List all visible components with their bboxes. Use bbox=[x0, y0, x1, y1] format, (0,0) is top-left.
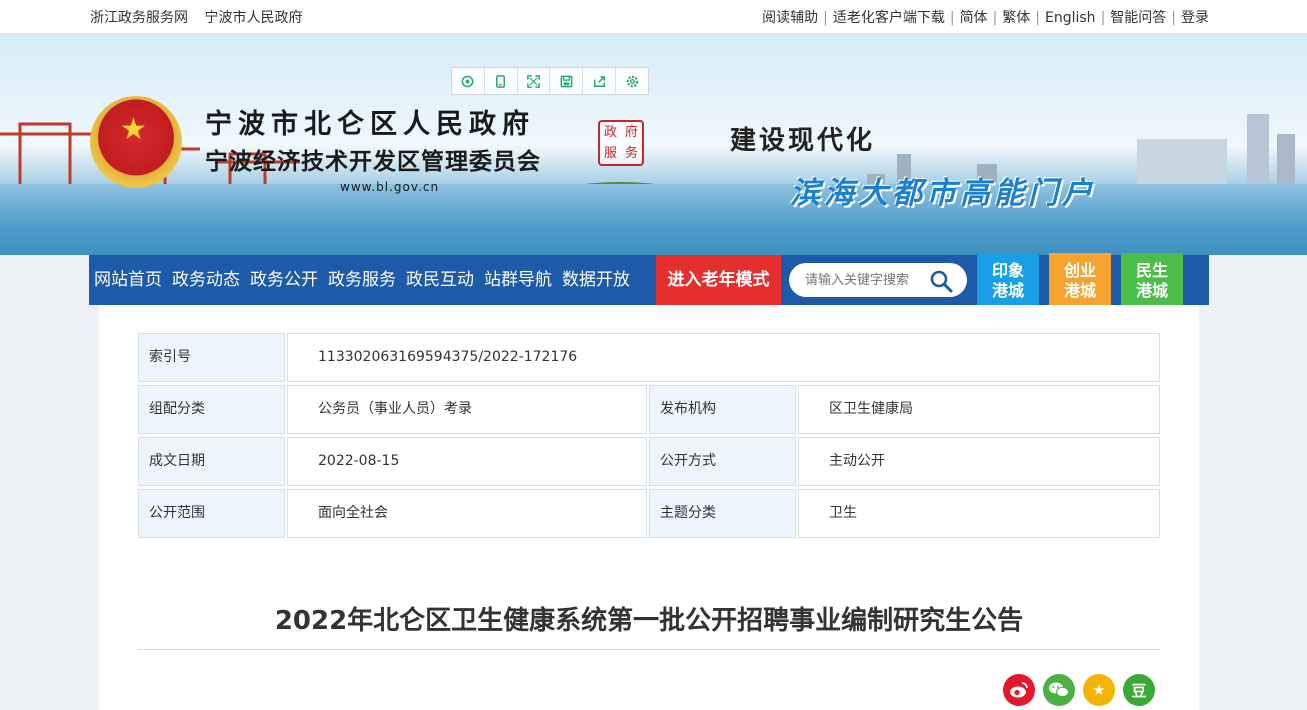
disclosure-method-value: 主动公开 bbox=[798, 437, 1160, 486]
date-value: 2022-08-15 bbox=[287, 437, 647, 486]
nav-item-open-data[interactable]: 数据开放 bbox=[557, 255, 635, 305]
separator: | bbox=[823, 10, 828, 26]
category-label: 组配分类 bbox=[138, 385, 285, 434]
nav-items: 网站首页 政务动态 政务公开 政务服务 政民互动 站群导航 数据开放 bbox=[89, 255, 635, 305]
quick-link-line2: 港城 bbox=[1063, 281, 1096, 300]
share-qzone-button[interactable]: ★ bbox=[1083, 674, 1115, 706]
index-label: 索引号 bbox=[138, 333, 285, 382]
seal-char: 务 bbox=[624, 146, 638, 161]
nav-item-public-info[interactable]: 政务公开 bbox=[245, 255, 323, 305]
elder-mode-button[interactable]: 进入老年模式 bbox=[656, 255, 781, 305]
fullscreen-button[interactable] bbox=[518, 68, 551, 94]
nav-item-news[interactable]: 政务动态 bbox=[167, 255, 245, 305]
nav-item-site-group[interactable]: 站群导航 bbox=[479, 255, 557, 305]
zjzwfw-link[interactable]: 浙江政务服务网 bbox=[90, 10, 188, 26]
disclosure-method-label: 公开方式 bbox=[649, 437, 796, 486]
date-label: 成文日期 bbox=[138, 437, 285, 486]
startup-port-city-button[interactable]: 创业 港城 bbox=[1049, 253, 1111, 308]
nav-item-services[interactable]: 政务服务 bbox=[323, 255, 401, 305]
fullscreen-icon bbox=[527, 74, 540, 88]
quick-link-line1: 印象 bbox=[991, 261, 1024, 280]
seal-char: 府 bbox=[624, 125, 638, 140]
smart-qa-link[interactable]: 智能问答 bbox=[1110, 10, 1166, 26]
index-value: 113302063169594375/2022-172176 bbox=[287, 333, 1160, 382]
main-nav: 网站首页 政务动态 政务公开 政务服务 政民互动 站群导航 数据开放 进入老年模… bbox=[89, 255, 1209, 305]
ningbo-gov-link[interactable]: 宁波市人民政府 bbox=[204, 10, 302, 26]
save-button[interactable] bbox=[550, 68, 584, 94]
separator: | bbox=[1171, 10, 1176, 26]
accessibility-toolbar bbox=[451, 67, 649, 95]
separator: | bbox=[992, 10, 998, 26]
meta-row: 公开范围 面向全社会 主题分类 卫生 bbox=[138, 489, 1160, 538]
top-left-links: 浙江政务服务网 宁波市人民政府 bbox=[90, 7, 314, 27]
elderly-app-download-link[interactable]: 适老化客户端下载 bbox=[833, 10, 945, 26]
star-icon: ★ bbox=[1092, 681, 1106, 699]
topic-value: 卫生 bbox=[798, 489, 1160, 538]
seal-char: 服 bbox=[603, 146, 617, 161]
topic-label: 主题分类 bbox=[649, 489, 796, 538]
scope-label: 公开范围 bbox=[138, 489, 285, 538]
settings-icon bbox=[626, 75, 638, 87]
meta-row: 组配分类 公务员（事业人员）考录 发布机构 区卫生健康局 bbox=[138, 385, 1160, 434]
impression-port-city-button[interactable]: 印象 港城 bbox=[977, 253, 1039, 308]
settings-button[interactable] bbox=[616, 68, 648, 94]
refresh-icon bbox=[462, 75, 474, 87]
mobile-button[interactable] bbox=[485, 68, 518, 94]
separator: | bbox=[1035, 10, 1040, 26]
nav-item-home[interactable]: 网站首页 bbox=[89, 255, 167, 305]
search-box bbox=[789, 263, 967, 297]
quick-link-line2: 港城 bbox=[1135, 281, 1168, 300]
simplified-chinese-link[interactable]: 简体 bbox=[960, 10, 988, 26]
government-service-seal: 政 府 服 务 bbox=[598, 120, 644, 166]
livelihood-port-city-button[interactable]: 民生 港城 bbox=[1121, 253, 1183, 308]
category-value: 公务员（事业人员）考录 bbox=[287, 385, 647, 434]
save-icon bbox=[560, 75, 573, 87]
separator: | bbox=[949, 10, 955, 26]
publisher-value: 区卫生健康局 bbox=[798, 385, 1160, 434]
slogan-line2: 滨海大都市高能门户 bbox=[790, 176, 1096, 211]
meta-row: 成文日期 2022-08-15 公开方式 主动公开 bbox=[138, 437, 1160, 486]
site-url: www.bl.gov.cn bbox=[340, 180, 440, 194]
quick-link-line2: 港城 bbox=[991, 281, 1024, 300]
banner-water bbox=[0, 184, 1307, 255]
refresh-button[interactable] bbox=[452, 68, 485, 94]
search-input[interactable] bbox=[805, 270, 925, 290]
douban-icon: 豆 bbox=[1131, 681, 1147, 700]
top-right-links: 阅读辅助 | 适老化客户端下载 | 简体 | 繁体 | English | 智能问答 | 登录 bbox=[762, 7, 1209, 27]
share-weibo-button[interactable] bbox=[1003, 674, 1035, 706]
quick-link-line1: 创业 bbox=[1063, 261, 1096, 280]
government-title: 宁波市北仑区人民政府 bbox=[205, 109, 535, 140]
traditional-chinese-link[interactable]: 繁体 bbox=[1002, 10, 1030, 26]
title-divider bbox=[138, 649, 1160, 650]
share-wechat-button[interactable] bbox=[1043, 674, 1075, 706]
header-banner: ★ 宁波市北仑区人民政府 宁波经济技术开发区管理委员会 www.bl.gov.c… bbox=[0, 34, 1307, 255]
share-icon bbox=[593, 75, 605, 87]
share-douban-button[interactable]: 豆 bbox=[1123, 674, 1155, 706]
committee-title: 宁波经济技术开发区管理委员会 bbox=[205, 148, 541, 175]
seal-char: 政 bbox=[603, 125, 617, 140]
reading-assist-link[interactable]: 阅读辅助 bbox=[762, 10, 818, 26]
scope-value: 面向全社会 bbox=[287, 489, 647, 538]
search-icon[interactable] bbox=[929, 269, 953, 293]
national-emblem: ★ bbox=[90, 96, 182, 188]
nav-item-interaction[interactable]: 政民互动 bbox=[401, 255, 479, 305]
share-button[interactable] bbox=[583, 68, 617, 94]
top-bar: 浙江政务服务网 宁波市人民政府 阅读辅助 | 适老化客户端下载 | 简体 | 繁体 | Engl… bbox=[0, 0, 1307, 34]
mobile-icon bbox=[496, 74, 506, 88]
separator: | bbox=[1100, 10, 1106, 26]
meta-row-index: 索引号 113302063169594375/2022-172176 bbox=[138, 333, 1160, 382]
weibo-icon bbox=[1010, 682, 1028, 698]
english-link[interactable]: English bbox=[1045, 10, 1096, 26]
slogan-line1: 建设现代化 bbox=[730, 126, 876, 156]
login-link[interactable]: 登录 bbox=[1181, 10, 1209, 26]
article-title: 2022年北仑区卫生健康系统第一批公开招聘事业编制研究生公告 bbox=[274, 606, 1024, 636]
wechat-icon bbox=[1049, 682, 1069, 698]
publisher-label: 发布机构 bbox=[649, 385, 796, 434]
star-icon: ★ bbox=[120, 112, 147, 147]
quick-link-line1: 民生 bbox=[1135, 261, 1168, 280]
